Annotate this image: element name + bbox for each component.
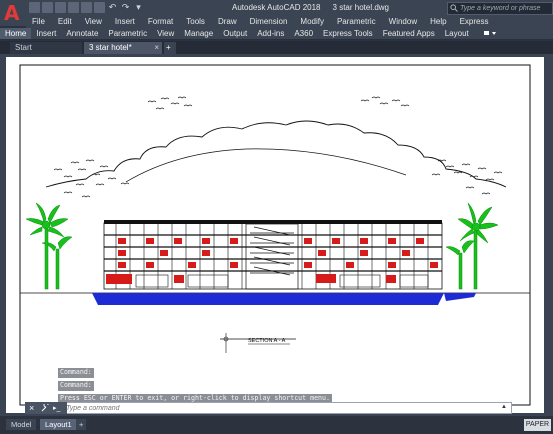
share-icon[interactable]: ▾ bbox=[133, 2, 144, 13]
section-label-text: SECTION A - A bbox=[248, 338, 286, 344]
title-bar: ↶ ↷ ▾ Autodesk AutoCAD 2018 3 star hotel.… bbox=[0, 0, 553, 16]
new-file-icon[interactable] bbox=[29, 2, 40, 13]
tab-document-label: 3 star hotel* bbox=[89, 43, 132, 52]
menu-item-format[interactable]: Format bbox=[142, 16, 180, 28]
ribbon-tabs: Home Insert Annotate Parametric View Manage Ou… bbox=[0, 28, 553, 40]
tab-a360[interactable]: A360 bbox=[289, 28, 318, 39]
tab-model-label: Model bbox=[11, 420, 32, 429]
menu-item-modify[interactable]: Modify bbox=[294, 16, 331, 28]
drawing-canvas[interactable]: SECTION A - A bbox=[0, 54, 553, 416]
tab-view[interactable]: View bbox=[152, 28, 179, 39]
menu-item-tools[interactable]: Tools bbox=[180, 16, 212, 28]
tab-parametric[interactable]: Parametric bbox=[103, 28, 152, 39]
status-bar: Model Layout1 + PAPER bbox=[0, 416, 553, 434]
tab-layout1-label: Layout1 bbox=[45, 420, 72, 429]
command-input[interactable] bbox=[66, 403, 486, 413]
command-prompt-icon[interactable]: ▸_ bbox=[53, 404, 60, 412]
command-line-buttons: × ▸_ bbox=[25, 402, 67, 414]
wrench-icon[interactable] bbox=[41, 404, 50, 412]
menu-item-dimension[interactable]: Dimension bbox=[244, 16, 295, 28]
section-drawing: SECTION A - A bbox=[19, 64, 531, 406]
menu-item-window[interactable]: Window bbox=[383, 16, 424, 28]
menu-item-insert[interactable]: Insert bbox=[109, 16, 142, 28]
close-command-line-icon[interactable]: × bbox=[29, 403, 34, 413]
tab-featured-apps[interactable]: Featured Apps bbox=[378, 28, 440, 39]
window-title: Autodesk AutoCAD 2018 3 star hotel.dwg bbox=[232, 3, 389, 12]
menu-item-parametric[interactable]: Parametric bbox=[331, 16, 383, 28]
tab-output[interactable]: Output bbox=[218, 28, 252, 39]
building-section bbox=[103, 220, 443, 290]
redo-icon[interactable]: ↷ bbox=[120, 2, 131, 13]
command-history-line: Command: bbox=[58, 381, 94, 391]
command-history: Command: Command: Press ESC or ENTER to … bbox=[58, 367, 332, 406]
application-menu-button[interactable]: A bbox=[0, 0, 26, 26]
palm-tree-right bbox=[445, 202, 499, 290]
search-icon bbox=[450, 4, 458, 12]
autocad-logo-icon: A bbox=[4, 1, 20, 25]
close-tab-icon[interactable]: × bbox=[154, 42, 159, 54]
open-file-icon[interactable] bbox=[42, 2, 53, 13]
tab-layout[interactable]: Layout bbox=[440, 28, 474, 39]
paper-space-toggle[interactable]: PAPER bbox=[524, 419, 551, 431]
menu-item-draw[interactable]: Draw bbox=[212, 16, 244, 28]
paper-space-label: PAPER bbox=[525, 421, 550, 428]
command-history-line: Command: bbox=[58, 368, 94, 378]
add-layout-button[interactable]: + bbox=[76, 419, 87, 430]
command-history-dropdown-icon[interactable]: ▲ bbox=[501, 404, 507, 410]
save-icon[interactable] bbox=[55, 2, 66, 13]
cloud-outline bbox=[45, 120, 507, 188]
quick-access-toolbar: ↶ ↷ ▾ bbox=[29, 2, 144, 14]
menu-item-file[interactable]: File bbox=[26, 16, 52, 28]
birds-group bbox=[53, 96, 503, 198]
section-label-group: SECTION A - A bbox=[220, 333, 296, 353]
app-name: Autodesk AutoCAD 2018 bbox=[232, 3, 321, 12]
tab-model[interactable]: Model bbox=[6, 419, 37, 430]
paper-sheet[interactable]: SECTION A - A bbox=[6, 57, 544, 413]
add-layout-label: + bbox=[79, 420, 84, 429]
tab-express-tools[interactable]: Express Tools bbox=[318, 28, 378, 39]
search-placeholder: Type a keyword or phrase bbox=[460, 5, 541, 12]
command-line: ▲ bbox=[25, 402, 512, 414]
tab-layout1[interactable]: Layout1 bbox=[40, 419, 77, 430]
print-icon[interactable] bbox=[81, 2, 92, 13]
tab-document[interactable]: 3 star hotel* × bbox=[84, 42, 162, 54]
menu-item-view[interactable]: View bbox=[79, 16, 109, 28]
save-as-icon[interactable] bbox=[68, 2, 79, 13]
tab-start-label: Start bbox=[15, 43, 32, 52]
basement-fill bbox=[92, 293, 444, 305]
ribbon-options-icon[interactable] bbox=[478, 28, 500, 39]
tab-start[interactable]: Start bbox=[10, 42, 82, 54]
plot-icon[interactable] bbox=[94, 2, 105, 13]
tab-add-ins[interactable]: Add-ins bbox=[252, 28, 289, 39]
document-name: 3 star hotel.dwg bbox=[332, 3, 389, 12]
palm-tree-left bbox=[25, 202, 73, 290]
file-tab-bar: Start 3 star hotel* × + bbox=[0, 41, 553, 54]
menu-bar: File Edit View Insert Format Tools Draw Dimensi… bbox=[26, 16, 553, 28]
new-tab-button[interactable]: + bbox=[164, 42, 176, 54]
menu-item-express[interactable]: Express bbox=[454, 16, 496, 28]
keyword-search-box[interactable]: Type a keyword or phrase bbox=[447, 2, 553, 15]
tab-insert[interactable]: Insert bbox=[31, 28, 61, 39]
tab-annotate[interactable]: Annotate bbox=[61, 28, 103, 39]
tab-manage[interactable]: Manage bbox=[179, 28, 218, 39]
tab-home[interactable]: Home bbox=[0, 28, 32, 39]
menu-item-help[interactable]: Help bbox=[424, 16, 453, 28]
undo-icon[interactable]: ↶ bbox=[107, 2, 118, 13]
menu-item-edit[interactable]: Edit bbox=[52, 16, 79, 28]
